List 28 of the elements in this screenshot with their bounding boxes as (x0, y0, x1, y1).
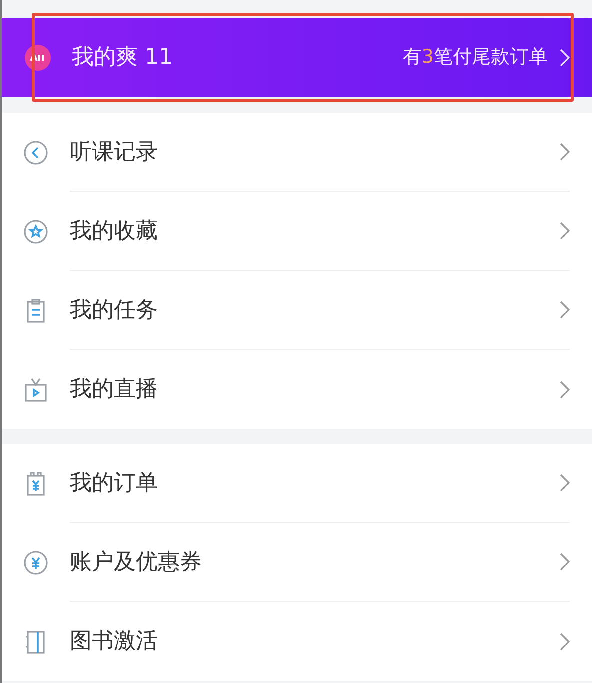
tv-icon (23, 376, 49, 402)
menu-label: 账户及优惠券 (70, 548, 202, 576)
history-icon (23, 140, 49, 166)
menu-item[interactable]: 图书激活 (2, 602, 592, 681)
menu-item[interactable]: 听课记录 (2, 113, 592, 192)
chevron-icon (560, 48, 570, 66)
menu-label: 我的直播 (70, 376, 158, 404)
menu-label: 我的订单 (70, 470, 158, 498)
chevron-icon (560, 301, 570, 319)
menu-item[interactable]: 我的直播 (2, 350, 592, 429)
menu-label: 我的任务 (70, 296, 158, 324)
menu-label: 我的收藏 (70, 218, 158, 246)
yen-coin-icon (23, 550, 49, 576)
chevron-icon (560, 474, 570, 492)
menu-item[interactable]: 我的任务 (2, 271, 592, 350)
chevron-icon (560, 632, 570, 650)
badge-icon (24, 44, 52, 72)
chevron-icon (560, 143, 570, 161)
chevron-icon (560, 380, 570, 398)
banner-title: 我的爽 11 (72, 44, 173, 72)
menu-label: 听课记录 (70, 138, 158, 166)
menu-item[interactable]: 账户及优惠券 (2, 523, 592, 602)
menu-item[interactable]: 我的收藏 (2, 192, 592, 271)
pending-orders-notice[interactable]: 有3笔付尾款订单 (402, 43, 548, 72)
chevron-icon (560, 222, 570, 240)
chevron-icon (560, 553, 570, 571)
menu-label: 图书激活 (70, 628, 158, 656)
menu-item[interactable]: 我的订单 (2, 444, 592, 523)
